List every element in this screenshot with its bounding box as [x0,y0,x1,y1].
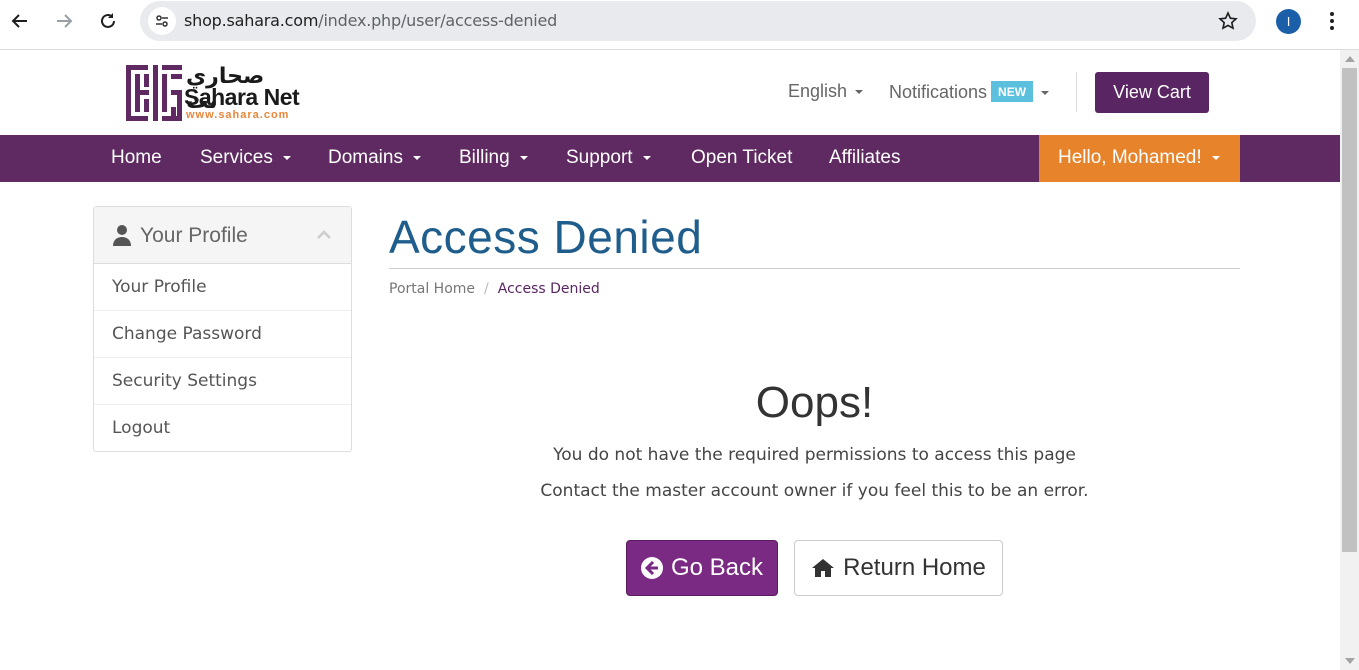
scroll-down-arrow-icon[interactable] [1345,658,1355,664]
user-account-dropdown[interactable]: Hello, Mohamed! [1039,135,1240,182]
main-navbar: Home Services Domains Billing Support Op… [0,135,1340,182]
breadcrumb-portal-home[interactable]: Portal Home [389,281,475,297]
error-heading: Oops! [755,378,874,427]
logo-website-text: www.sahara.com [186,109,290,121]
nav-item-affiliates[interactable]: Affiliates [829,135,900,182]
title-divider [389,268,1240,269]
return-home-button[interactable]: Return Home [794,540,1003,596]
nav-item-open-ticket[interactable]: Open Ticket [691,135,792,182]
caret-down-icon [1041,91,1050,96]
sidebar-item-change-password[interactable]: Change Password [94,311,351,358]
go-back-button[interactable]: Go Back [626,540,778,596]
caret-down-icon [282,155,291,160]
caret-down-icon [412,155,421,160]
page-title: Access Denied [389,211,703,263]
breadcrumb: Portal Home / Access Denied [389,281,600,297]
caret-down-icon [642,155,651,160]
new-badge: NEW [991,81,1034,102]
nav-item-billing[interactable]: Billing [459,135,528,182]
address-bar[interactable]: shop.sahara.com/index.php/user/access-de… [140,1,1256,41]
sidebar-item-security-settings[interactable]: Security Settings [94,358,351,405]
kebab-menu-icon[interactable] [1322,8,1342,34]
logo-mark-icon [126,65,182,121]
nav-item-services[interactable]: Services [200,135,291,182]
bookmark-star-icon[interactable] [1216,9,1240,33]
forward-arrow-icon[interactable] [50,7,78,35]
reload-icon[interactable] [94,7,122,35]
site-settings-icon[interactable] [148,7,176,35]
home-icon [812,559,835,577]
caret-down-icon [855,90,864,95]
scroll-up-arrow-icon[interactable] [1345,56,1355,62]
sahara-net-logo[interactable]: صحاري نت Sahara Net www.sahara.com [126,64,301,122]
site-header: صحاري نت Sahara Net www.sahara.com Engli… [0,50,1340,135]
logo-brand-text: Sahara Net [184,84,300,110]
sidebar-header[interactable]: Your Profile [94,207,351,264]
scroll-thumb[interactable] [1342,68,1357,552]
profile-sidebar: Your Profile Your Profile Change Passwor… [93,206,352,452]
nav-item-domains[interactable]: Domains [328,135,421,182]
arrow-circle-left-icon [640,557,663,579]
error-message: You do not have the required permissions… [553,445,1076,465]
sidebar-title: Your Profile [140,224,248,247]
header-divider [1076,72,1077,112]
back-arrow-icon[interactable] [6,7,34,35]
breadcrumb-current: Access Denied [497,281,600,297]
user-icon [113,225,131,246]
language-selector[interactable]: English [788,81,864,102]
browser-toolbar: shop.sahara.com/index.php/user/access-de… [0,0,1359,50]
page-scrollbar[interactable] [1340,50,1359,670]
profile-avatar[interactable]: I [1276,9,1301,34]
caret-down-icon [1211,155,1220,160]
breadcrumb-separator: / [484,281,489,297]
nav-item-home[interactable]: Home [111,135,162,182]
nav-item-support[interactable]: Support [566,135,651,182]
sidebar-item-your-profile[interactable]: Your Profile [94,264,351,311]
url-text: shop.sahara.com/index.php/user/access-de… [184,11,558,30]
error-hint: Contact the master account owner if you … [540,481,1089,501]
notifications-dropdown[interactable]: Notifications NEW [889,81,1050,103]
caret-down-icon [519,155,528,160]
view-cart-button[interactable]: View Cart [1095,72,1209,113]
sidebar-item-logout[interactable]: Logout [94,405,351,452]
chevron-up-icon[interactable] [317,229,331,239]
